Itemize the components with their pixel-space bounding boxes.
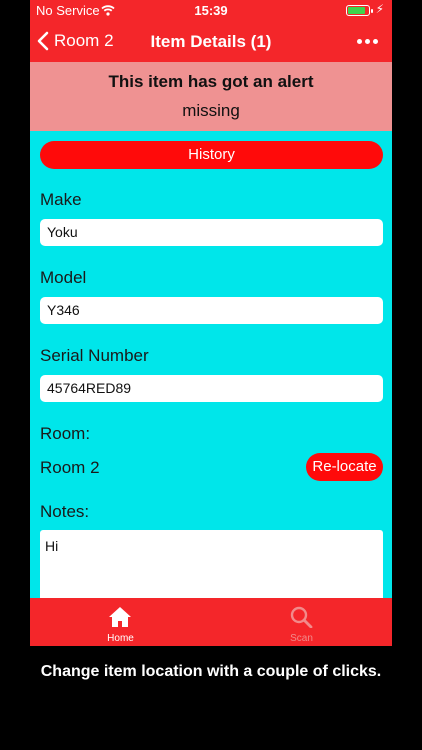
room-value: Room 2 bbox=[40, 458, 100, 477]
more-options-button[interactable] bbox=[354, 32, 380, 50]
search-icon bbox=[290, 606, 313, 628]
notes-label: Notes: bbox=[40, 502, 90, 521]
back-label: Room 2 bbox=[54, 31, 114, 50]
navigation-bar: Room 2 Item Details (1) bbox=[30, 22, 392, 62]
history-button[interactable]: History bbox=[40, 141, 383, 169]
charging-bolt-icon: ⚡ bbox=[375, 2, 384, 16]
back-button[interactable]: Room 2 bbox=[36, 30, 114, 52]
alert-title: This item has got an alert bbox=[108, 72, 314, 91]
status-time: 15:39 bbox=[194, 3, 228, 18]
relocate-button[interactable]: Re-locate bbox=[306, 453, 383, 481]
serial-number-field[interactable]: 45764RED89 bbox=[40, 375, 383, 402]
app-screen: No Service 15:39 ⚡ Room 2 Item Details (… bbox=[30, 0, 392, 646]
dot-icon bbox=[356, 38, 362, 44]
alert-message: missing bbox=[182, 101, 240, 120]
alert-banner: This item has got an alert missing bbox=[30, 62, 392, 131]
status-bar: No Service 15:39 ⚡ bbox=[30, 0, 392, 22]
tab-home[interactable]: Home bbox=[30, 598, 211, 646]
model-field[interactable]: Y346 bbox=[40, 297, 383, 324]
tab-scan-label: Scan bbox=[290, 633, 313, 644]
tab-scan[interactable]: Scan bbox=[211, 598, 392, 646]
make-label: Make bbox=[40, 190, 82, 209]
make-field[interactable]: Yoku bbox=[40, 219, 383, 246]
promo-caption: Change item location with a couple of cl… bbox=[40, 663, 382, 680]
tab-bar: Home Scan bbox=[30, 598, 392, 646]
tab-home-label: Home bbox=[107, 633, 134, 644]
battery-icon bbox=[346, 5, 373, 16]
dot-icon bbox=[364, 38, 370, 44]
room-label: Room: bbox=[40, 424, 91, 443]
dot-icon bbox=[372, 38, 378, 44]
model-label: Model bbox=[40, 268, 87, 287]
home-icon bbox=[109, 607, 131, 627]
chevron-left-icon bbox=[37, 31, 49, 51]
serial-number-label: Serial Number bbox=[40, 346, 149, 365]
